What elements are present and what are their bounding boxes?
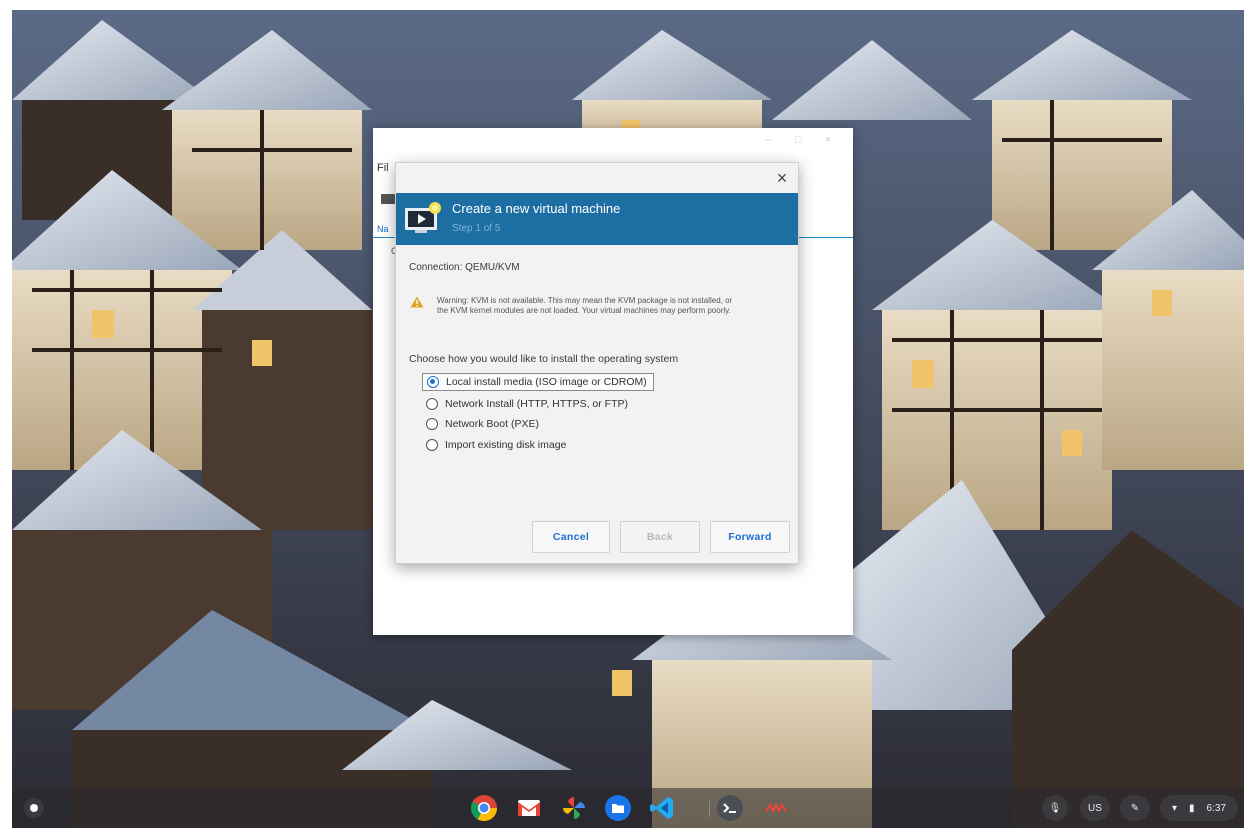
stylus-icon[interactable]: ✎ xyxy=(1120,795,1150,821)
vscode-icon[interactable] xyxy=(648,794,676,822)
background-column-name[interactable]: Na xyxy=(377,224,389,234)
background-window-titlebar: – □ × xyxy=(373,128,853,152)
status-tray[interactable]: ▾ ▮ 6:37 xyxy=(1160,795,1238,821)
files-icon[interactable] xyxy=(604,794,632,822)
option-label: Network Install (HTTP, HTTPS, or FTP) xyxy=(445,398,628,410)
monitor-icon[interactable] xyxy=(381,194,395,204)
wifi-icon: ▾ xyxy=(1171,802,1178,814)
option-import-disk-image[interactable]: Import existing disk image xyxy=(426,436,566,454)
battery-icon: ▮ xyxy=(1189,802,1195,814)
radio-selected-icon[interactable] xyxy=(427,376,439,388)
dialog-step: Step 1 of 5 xyxy=(452,223,501,234)
virtual-machine-icon xyxy=(405,202,441,233)
install-method-label: Choose how you would like to install the… xyxy=(409,353,679,365)
option-label: Network Boot (PXE) xyxy=(445,418,539,430)
dialog-header: Create a new virtual machine Step 1 of 5 xyxy=(396,193,798,245)
background-menu-file[interactable]: Fil xyxy=(377,162,389,174)
radio-icon[interactable] xyxy=(426,418,438,430)
radio-icon[interactable] xyxy=(426,439,438,451)
option-label: Local install media (ISO image or CDROM) xyxy=(446,376,647,388)
clock: 6:37 xyxy=(1206,802,1226,814)
chrome-icon[interactable] xyxy=(470,794,498,822)
option-network-install[interactable]: Network Install (HTTP, HTTPS, or FTP) xyxy=(426,395,628,413)
kvm-warning-text: Warning: KVM is not available. This may … xyxy=(437,296,733,315)
close-dialog-button[interactable]: × xyxy=(772,168,792,188)
terminal-icon[interactable] xyxy=(716,794,744,822)
maximize-icon[interactable]: □ xyxy=(795,134,802,146)
shelf: 🎙 US ✎ ▾ ▮ 6:37 xyxy=(12,788,1244,828)
minimize-icon[interactable]: – xyxy=(765,134,771,146)
gmail-icon[interactable] xyxy=(515,794,543,822)
option-label: Import existing disk image xyxy=(445,439,567,451)
connection-label: Connection: QEMU/KVM xyxy=(409,262,520,273)
photos-icon[interactable] xyxy=(560,794,588,822)
forward-button[interactable]: Forward xyxy=(710,521,790,553)
option-network-boot[interactable]: Network Boot (PXE) xyxy=(426,415,539,433)
cancel-button[interactable]: Cancel xyxy=(532,521,610,553)
dialog-title: Create a new virtual machine xyxy=(452,201,621,216)
radio-icon[interactable] xyxy=(426,398,438,410)
shelf-divider xyxy=(709,799,710,817)
microphone-icon[interactable]: 🎙 xyxy=(1042,795,1068,821)
virt-manager-icon[interactable] xyxy=(762,794,790,822)
new-vm-dialog: × Create a new virtual machine Step 1 of… xyxy=(395,162,799,564)
launcher-button[interactable] xyxy=(24,798,44,818)
keyboard-layout-indicator[interactable]: US xyxy=(1080,795,1110,821)
option-local-install-media[interactable]: Local install media (ISO image or CDROM) xyxy=(422,373,654,391)
back-button[interactable]: Back xyxy=(620,521,700,553)
close-window-icon[interactable]: × xyxy=(825,134,831,146)
warning-icon xyxy=(410,296,424,308)
